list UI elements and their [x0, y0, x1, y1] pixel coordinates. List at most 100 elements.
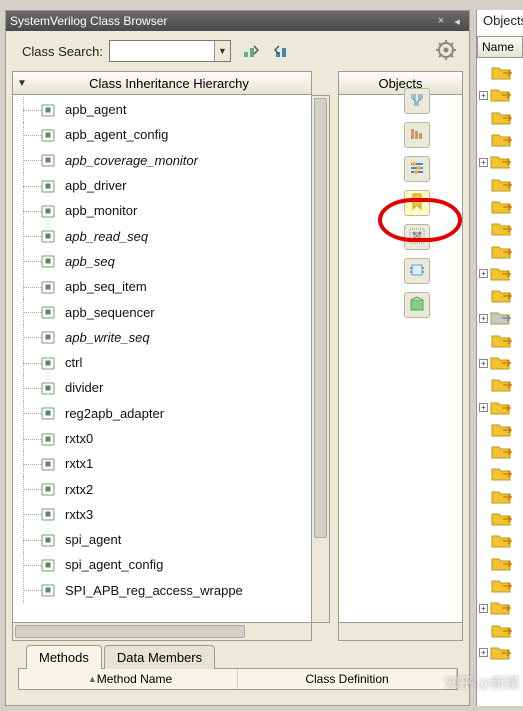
objects-header[interactable]: Objects — [338, 71, 463, 95]
tree-item[interactable]: apb_coverage_monitor — [13, 148, 311, 173]
bookmark-icon — [410, 193, 424, 214]
tree-item[interactable]: apb_agent — [13, 97, 311, 122]
list-item[interactable] — [477, 285, 523, 307]
scrollbar-thumb[interactable] — [15, 625, 245, 638]
list-item[interactable] — [477, 619, 523, 641]
view-graph-icon — [409, 228, 425, 247]
expand-icon[interactable]: + — [479, 648, 488, 657]
tree-item[interactable]: apb_sequencer — [13, 299, 311, 324]
tree-item[interactable]: spi_agent — [13, 527, 311, 552]
class-icon — [39, 531, 57, 549]
expand-icon[interactable]: + — [479, 269, 488, 278]
tab-data-members[interactable]: Data Members — [104, 645, 215, 669]
expand-icon[interactable]: + — [479, 314, 488, 323]
list-item[interactable] — [477, 374, 523, 396]
objects-body[interactable] — [338, 95, 463, 623]
tab-methods[interactable]: Methods — [26, 645, 102, 669]
list-item[interactable] — [477, 530, 523, 552]
tree-body[interactable]: apb_agentapb_agent_configapb_coverage_mo… — [12, 95, 312, 623]
list-item[interactable] — [477, 419, 523, 441]
list-item[interactable]: + — [477, 352, 523, 374]
find-next-button[interactable] — [237, 38, 263, 64]
view-filter-button[interactable] — [404, 156, 430, 182]
tree-item[interactable]: apb_write_seq — [13, 325, 311, 350]
objects-name-header[interactable]: Name — [477, 36, 523, 58]
bookmark-button[interactable] — [404, 190, 430, 216]
tree-item[interactable]: apb_seq — [13, 249, 311, 274]
list-item[interactable] — [477, 240, 523, 262]
class-icon — [39, 252, 57, 270]
list-item[interactable]: + — [477, 151, 523, 173]
tree-item-label: spi_agent_config — [65, 557, 163, 572]
tree-item-label: divider — [65, 380, 103, 395]
find-prev-button[interactable] — [269, 38, 295, 64]
tree-item[interactable]: spi_agent_config — [13, 552, 311, 577]
tree-item[interactable]: apb_read_seq — [13, 223, 311, 248]
list-item[interactable]: + — [477, 263, 523, 285]
search-input[interactable]: ▼ — [109, 40, 231, 62]
list-item[interactable]: + — [477, 642, 523, 664]
expand-icon[interactable]: + — [479, 604, 488, 613]
col-class-definition[interactable]: Class Definition — [238, 669, 457, 689]
toolbar: Class Search: ▼ — [6, 31, 469, 71]
view-package-button[interactable] — [404, 292, 430, 318]
list-item[interactable] — [477, 330, 523, 352]
list-item[interactable] — [477, 486, 523, 508]
class-icon — [39, 177, 57, 195]
settings-button[interactable] — [433, 38, 459, 64]
tree-column-header[interactable]: ▼ Class Inheritance Hierarchy — [12, 71, 312, 95]
scrollbar-thumb[interactable] — [314, 98, 327, 538]
tree-item[interactable]: apb_driver — [13, 173, 311, 198]
list-item[interactable] — [477, 107, 523, 129]
list-item[interactable] — [477, 553, 523, 575]
tree-item[interactable]: rxtx3 — [13, 502, 311, 527]
tree-item-label: apb_read_seq — [65, 229, 148, 244]
view-topology-button[interactable] — [404, 88, 430, 114]
pin-icon[interactable]: ◂ — [449, 14, 465, 28]
tree-item[interactable]: ctrl — [13, 350, 311, 375]
expand-icon[interactable]: + — [479, 158, 488, 167]
list-item[interactable]: + — [477, 597, 523, 619]
chevron-down-icon[interactable]: ▼ — [214, 41, 230, 61]
view-filter-icon — [409, 160, 425, 179]
tree-item-label: rxtx3 — [65, 507, 93, 522]
folder-icon — [490, 355, 512, 371]
tree-item[interactable]: apb_seq_item — [13, 274, 311, 299]
list-item[interactable] — [477, 196, 523, 218]
list-item[interactable] — [477, 441, 523, 463]
expand-icon[interactable]: + — [479, 403, 488, 412]
list-item[interactable]: + — [477, 84, 523, 106]
tree-item-label: ctrl — [65, 355, 82, 370]
list-item[interactable] — [477, 575, 523, 597]
tree-item[interactable]: rxtx1 — [13, 451, 311, 476]
horizontal-scrollbar[interactable] — [12, 623, 312, 641]
tree-item[interactable]: rxtx0 — [13, 426, 311, 451]
expand-icon[interactable]: + — [479, 359, 488, 368]
view-module-button[interactable] — [404, 258, 430, 284]
close-icon[interactable]: × — [433, 14, 449, 28]
list-item[interactable] — [477, 173, 523, 195]
col-method-name[interactable]: ▲ Method Name — [19, 669, 238, 689]
chevron-down-icon[interactable]: ▼ — [17, 78, 31, 89]
list-item[interactable] — [477, 508, 523, 530]
tree-item[interactable]: apb_monitor — [13, 198, 311, 223]
list-item[interactable] — [477, 463, 523, 485]
tree-item[interactable]: rxtx2 — [13, 476, 311, 501]
list-item[interactable]: + — [477, 396, 523, 418]
view-hierarchy-button[interactable] — [404, 122, 430, 148]
folder-icon — [491, 177, 513, 193]
view-package-icon — [409, 296, 425, 315]
objects-scrollbar[interactable] — [338, 623, 463, 641]
tree-item[interactable]: divider — [13, 375, 311, 400]
expand-icon[interactable]: + — [479, 91, 488, 100]
view-graph-button[interactable] — [404, 224, 430, 250]
tree-item[interactable]: SPI_APB_reg_access_wrappe — [13, 578, 311, 603]
list-item[interactable] — [477, 129, 523, 151]
tree-item[interactable]: reg2apb_adapter — [13, 401, 311, 426]
list-item[interactable] — [477, 218, 523, 240]
vertical-scrollbar[interactable] — [312, 95, 330, 623]
objects-list[interactable]: + + + + + + + + — [477, 60, 523, 664]
list-item[interactable]: + — [477, 307, 523, 329]
list-item[interactable] — [477, 62, 523, 84]
tree-item[interactable]: apb_agent_config — [13, 122, 311, 147]
